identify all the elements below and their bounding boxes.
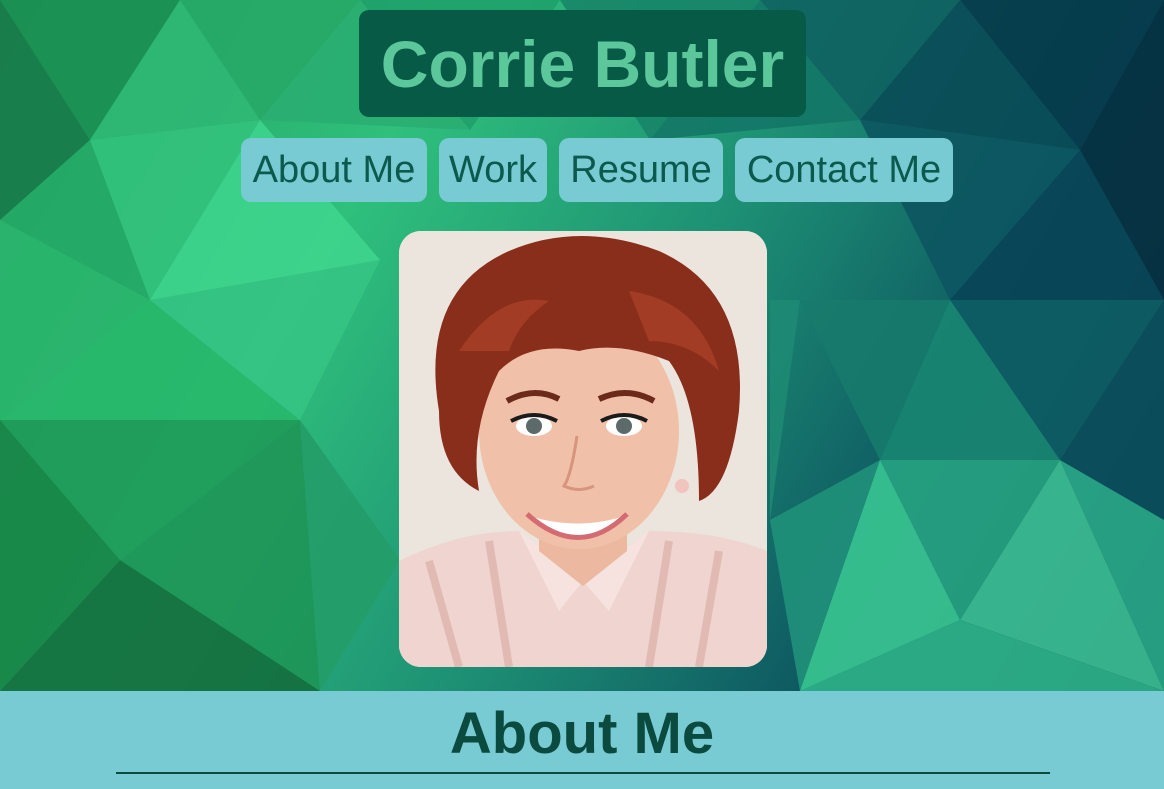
nav-about-me[interactable]: About Me xyxy=(241,138,427,202)
nav-work[interactable]: Work xyxy=(439,138,547,202)
hero-section: Corrie Butler About Me Work Resume Conta… xyxy=(0,0,1164,691)
profile-photo xyxy=(399,231,767,667)
heading-divider xyxy=(116,772,1050,774)
main-nav: About Me Work Resume Contact Me xyxy=(0,138,1164,202)
nav-contact-me[interactable]: Contact Me xyxy=(735,138,953,202)
portrait-illustration xyxy=(399,231,767,667)
nav-resume[interactable]: Resume xyxy=(559,138,723,202)
about-section: About Me xyxy=(0,691,1164,789)
about-heading: About Me xyxy=(449,701,715,766)
site-title-box: Corrie Butler xyxy=(359,10,806,117)
site-title: Corrie Butler xyxy=(380,26,785,101)
